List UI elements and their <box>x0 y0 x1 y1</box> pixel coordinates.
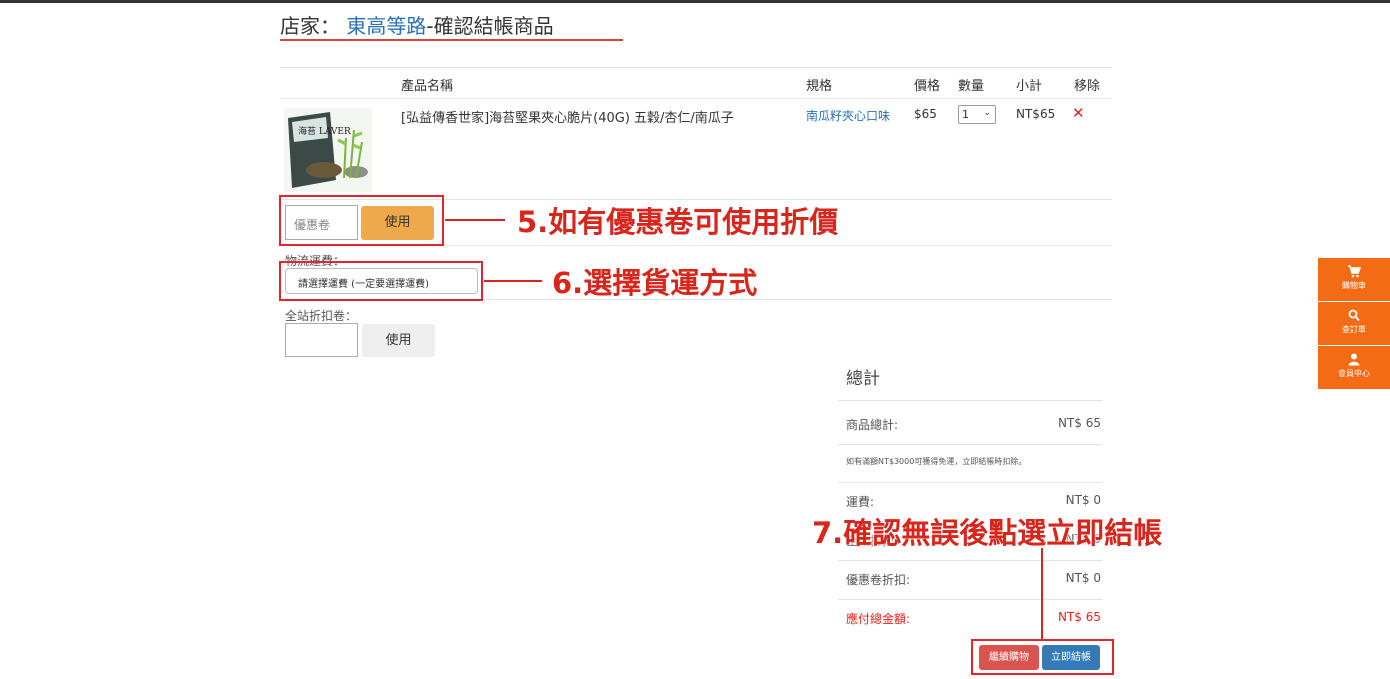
page-title: 店家： 東高等路-確認結帳商品 <box>280 10 554 39</box>
checkout-highlight-box <box>971 639 1114 675</box>
goods-total-label: 商品總計: <box>846 418 899 432</box>
summary-divider <box>838 560 1102 561</box>
table-header-divider <box>280 98 1112 99</box>
sidebar-item-cart[interactable]: 購物車 <box>1318 258 1390 301</box>
quantity-value: 1 <box>962 108 969 121</box>
col-qty: 數量 <box>958 79 985 94</box>
product-subtotal: NT$65 <box>1016 107 1056 121</box>
product-package-text: 海苔 LAVER <box>298 125 351 137</box>
summary-title: 總計 <box>846 369 880 389</box>
cart-icon <box>1348 265 1361 278</box>
col-product-name: 產品名稱 <box>401 79 454 94</box>
step7-annotation: 7.確認無誤後點選立即結帳 <box>812 516 1163 550</box>
product-price: $65 <box>914 107 937 121</box>
sidebar-item-orders[interactable]: 查訂單 <box>1318 302 1390 345</box>
step6-annotation: 6.選擇貨運方式 <box>552 266 758 300</box>
coupon-discount-label: 優惠卷折扣: <box>846 573 911 587</box>
summary-divider <box>838 599 1102 600</box>
product-spec: 南瓜籽夾心口味 <box>806 109 891 123</box>
summary-divider <box>838 482 1102 483</box>
user-icon <box>1348 353 1360 366</box>
goods-total-value: NT$ 65 <box>1057 416 1101 430</box>
step5-annotation: 5.如有優惠卷可使用折價 <box>517 205 839 239</box>
apply-site-discount-button[interactable]: 使用 <box>362 324 435 357</box>
step6-pointer-line <box>484 280 542 282</box>
grand-total-value: NT$ 65 <box>1057 610 1101 624</box>
shipping-fee-value: NT$ 0 <box>1065 493 1101 507</box>
shipping-fee-label: 運費: <box>846 495 875 509</box>
grand-total-label: 應付總金額: <box>846 612 911 626</box>
title-underline <box>280 39 623 41</box>
sidebar-item-label: 查訂單 <box>1342 325 1366 334</box>
col-remove: 移除 <box>1074 79 1101 94</box>
summary-divider <box>838 400 1102 401</box>
search-icon <box>1348 309 1360 322</box>
coupon-discount-value: NT$ 0 <box>1065 571 1101 585</box>
summary-divider <box>838 444 1102 445</box>
chevron-down-icon: ⌄ <box>983 108 991 118</box>
sidebar-item-label: 購物車 <box>1342 281 1366 290</box>
step5-pointer-line <box>445 219 505 221</box>
product-image[interactable]: 海苔 LAVER <box>284 108 372 192</box>
sidebar-item-label: 會員中心 <box>1338 369 1370 378</box>
table-top-divider <box>280 67 1112 68</box>
quantity-select[interactable]: 1 ⌄ <box>958 105 996 124</box>
title-suffix: -確認結帳商品 <box>426 14 554 38</box>
shipping-highlight-box <box>279 261 483 301</box>
coupon-highlight-box <box>279 195 444 246</box>
product-name-link[interactable]: [弘益傳香世家]海苔堅果夾心脆片(40G) 五穀/杏仁/南瓜子 <box>401 107 734 126</box>
site-discount-label: 全站折扣卷： <box>285 309 358 323</box>
remove-item-icon[interactable]: ✕ <box>1072 104 1085 122</box>
sidebar-item-member[interactable]: 會員中心 <box>1318 346 1390 389</box>
title-prefix: 店家： <box>280 14 340 38</box>
col-subtotal: 小計 <box>1016 79 1043 94</box>
col-price: 價格 <box>914 79 941 94</box>
col-spec: 規格 <box>806 79 833 94</box>
top-bar <box>0 0 1390 3</box>
product-package-illustration: 海苔 LAVER <box>284 108 372 192</box>
step7-pointer-line <box>1041 548 1043 639</box>
site-discount-input[interactable] <box>285 323 358 357</box>
free-shipping-note: 如有滿額NT$3000可獲得免運，立即結帳時扣除。 <box>846 457 1027 466</box>
store-name-link[interactable]: 東高等路 <box>346 14 426 38</box>
